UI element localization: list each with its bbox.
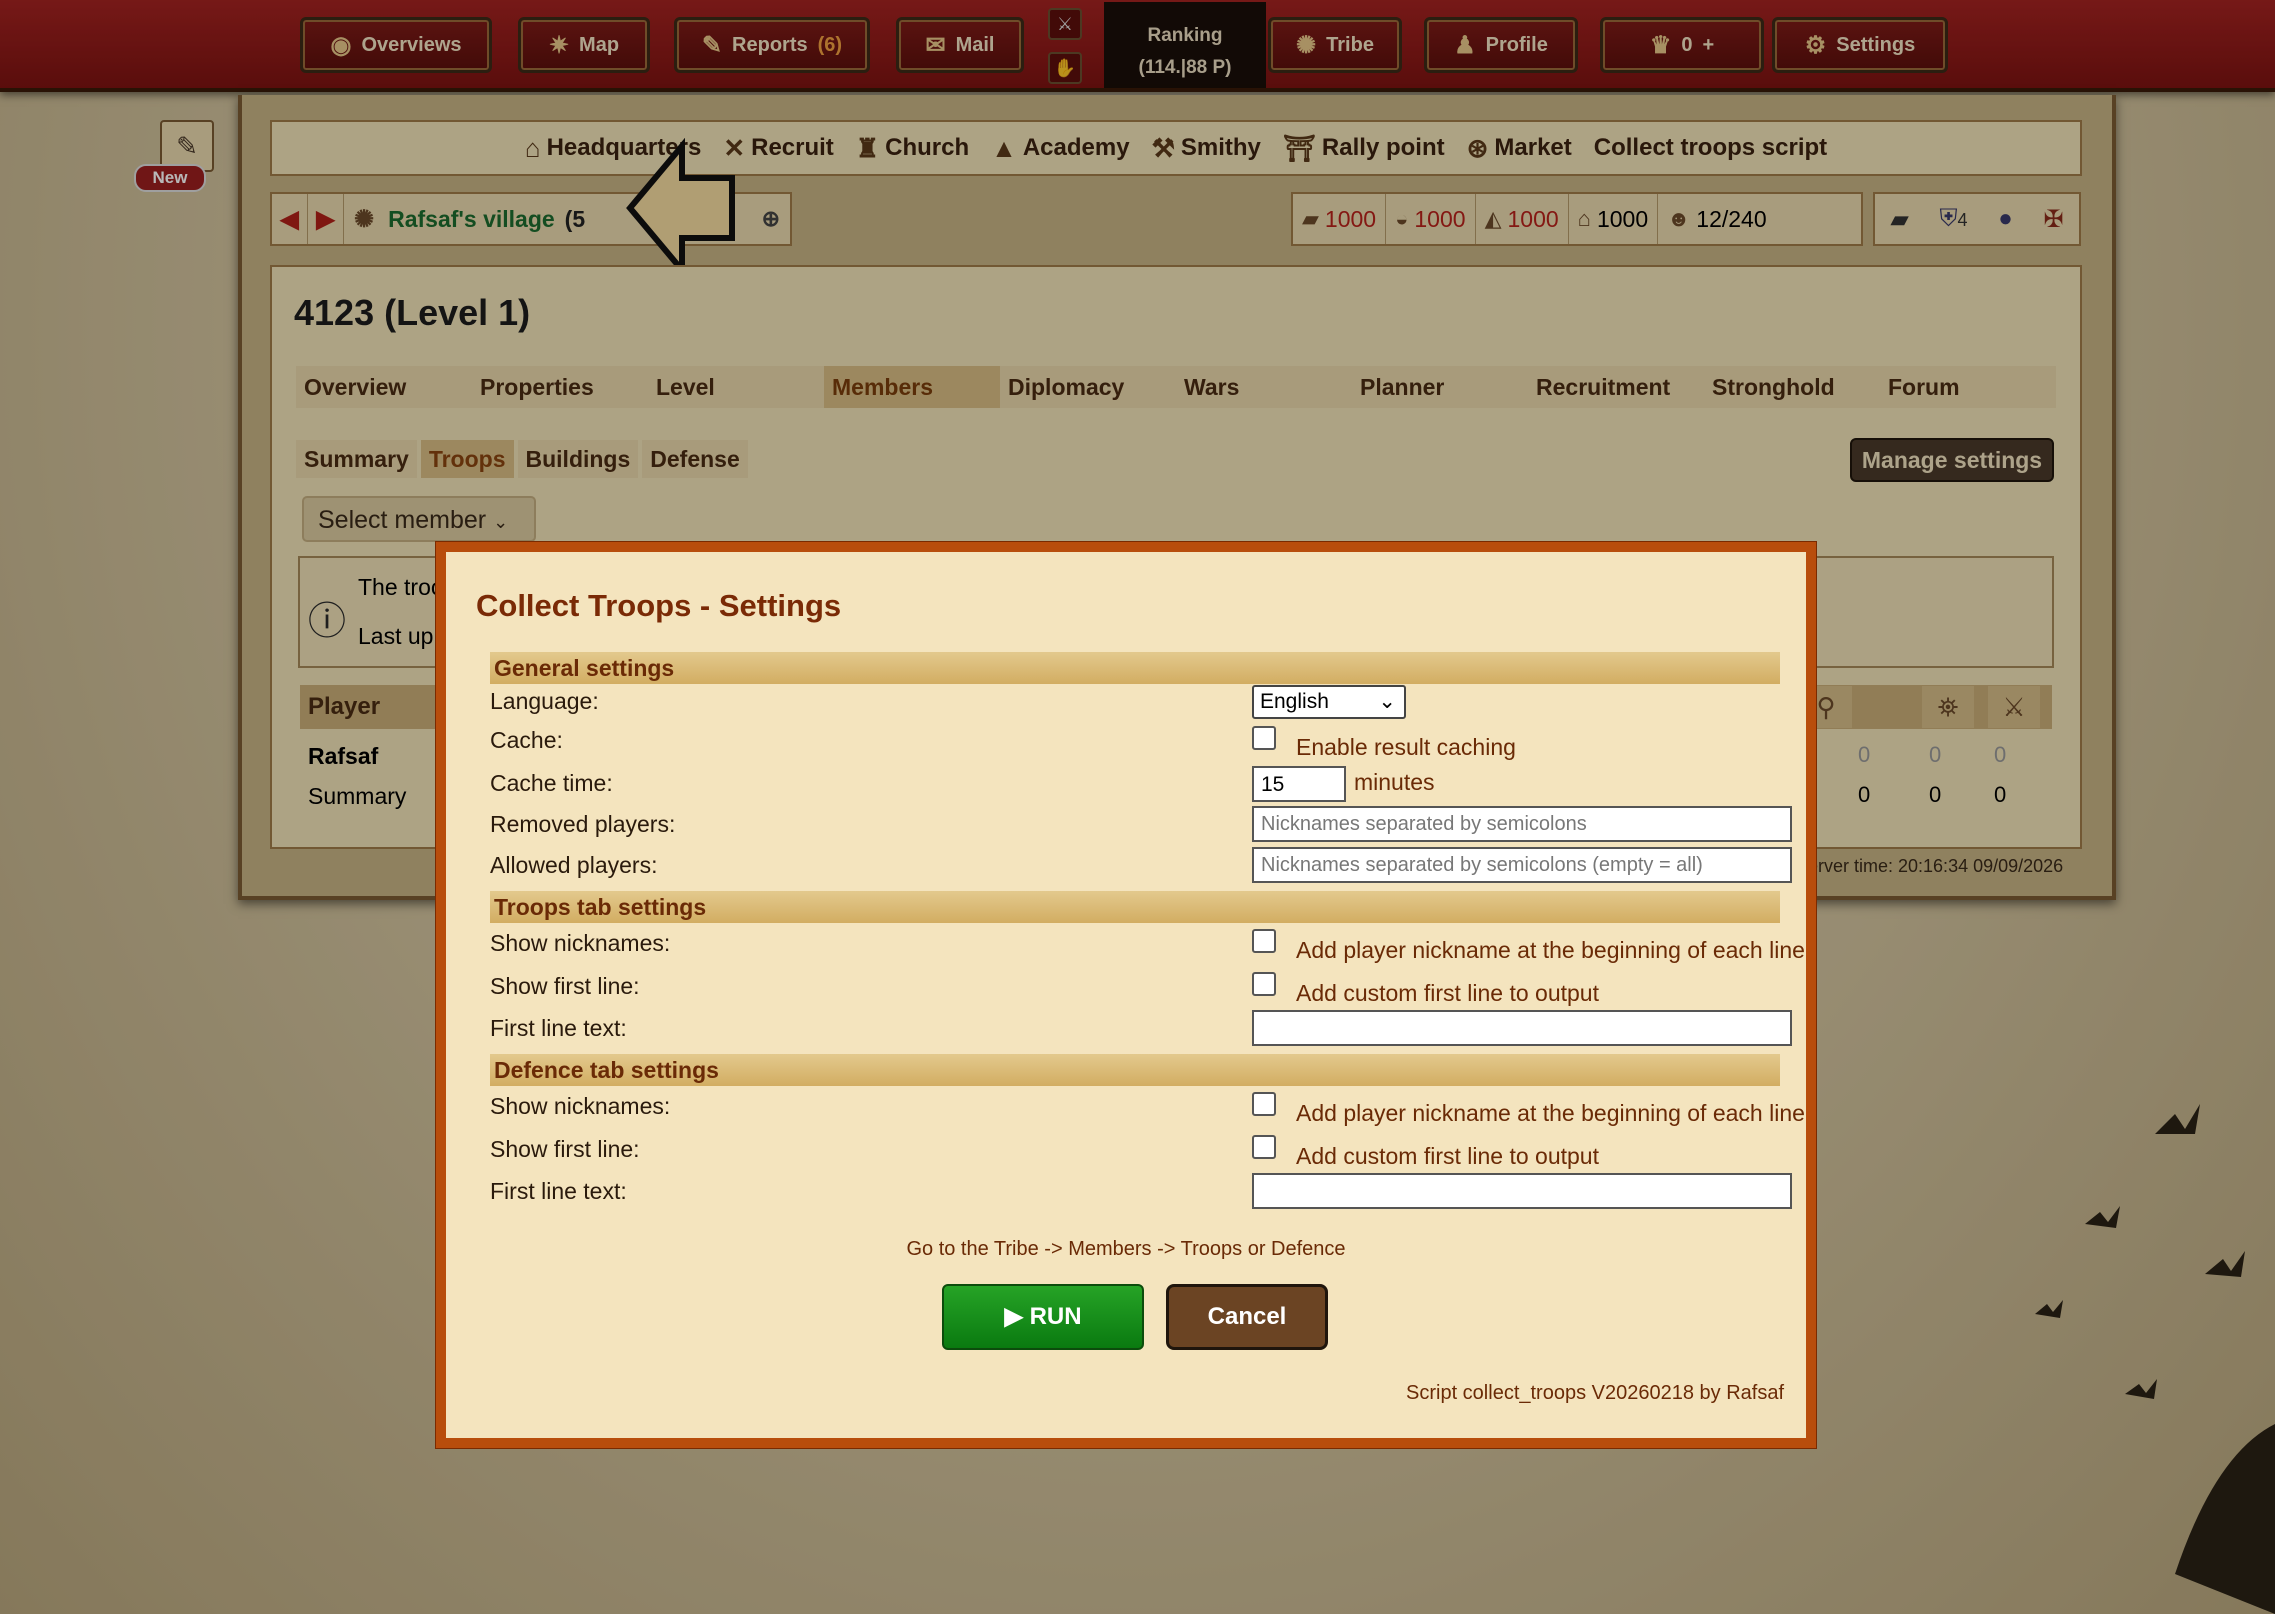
troops-show-nicknames-text: Add player nickname at the beginning of … (1296, 937, 1805, 963)
defence-show-nicknames-checkbox[interactable] (1252, 1092, 1276, 1116)
language-select[interactable]: English ⌄ (1252, 685, 1406, 719)
troops-first-line-text-input[interactable] (1252, 1010, 1792, 1046)
cache-time-label: Cache time: (490, 770, 613, 796)
defence-show-first-line-label: Show first line: (490, 1136, 640, 1162)
section-troops-tab-settings: Troops tab settings (490, 891, 1780, 923)
cancel-button[interactable]: Cancel (1166, 1284, 1328, 1350)
troops-show-nicknames-label: Show nicknames: (490, 930, 671, 956)
troops-show-first-line-label: Show first line: (490, 973, 640, 999)
defence-show-nicknames-label: Show nicknames: (490, 1093, 671, 1119)
defence-show-nicknames-text: Add player nickname at the beginning of … (1296, 1100, 1805, 1126)
cache-checkbox-label: Enable result caching (1296, 734, 1516, 760)
dialog-title: Collect Troops - Settings (476, 588, 842, 623)
cache-checkbox[interactable] (1252, 726, 1276, 750)
section-defence-tab-settings: Defence tab settings (490, 1054, 1780, 1086)
script-credit: Script collect_troops V20260218 by Rafsa… (1406, 1382, 1784, 1404)
allowed-players-label: Allowed players: (490, 852, 658, 878)
defence-show-first-line-text: Add custom first line to output (1296, 1143, 1599, 1169)
language-label: Language: (490, 688, 599, 714)
run-button[interactable]: ▶ RUN (942, 1284, 1144, 1350)
section-general-settings: General settings (490, 652, 1780, 684)
troops-show-nicknames-checkbox[interactable] (1252, 929, 1276, 953)
removed-players-label: Removed players: (490, 811, 676, 837)
cache-time-input[interactable]: 15 (1252, 766, 1346, 802)
defence-first-line-text-label: First line text: (490, 1178, 627, 1204)
allowed-players-input[interactable]: Nicknames separated by semicolons (empty… (1252, 847, 1792, 883)
defence-first-line-text-input[interactable] (1252, 1173, 1792, 1209)
removed-players-input[interactable]: Nicknames separated by semicolons (1252, 806, 1792, 842)
chevron-down-icon: ⌄ (1378, 690, 1396, 713)
hint-text: Go to the Tribe -> Members -> Troops or … (906, 1238, 1346, 1260)
cache-label: Cache: (490, 727, 563, 753)
minutes-label: minutes (1354, 769, 1435, 795)
settings-dialog: Collect Troops - Settings General settin… (435, 541, 1817, 1449)
troops-show-first-line-checkbox[interactable] (1252, 972, 1276, 996)
troops-show-first-line-text: Add custom first line to output (1296, 980, 1599, 1006)
troops-first-line-text-label: First line text: (490, 1015, 627, 1041)
defence-show-first-line-checkbox[interactable] (1252, 1135, 1276, 1159)
